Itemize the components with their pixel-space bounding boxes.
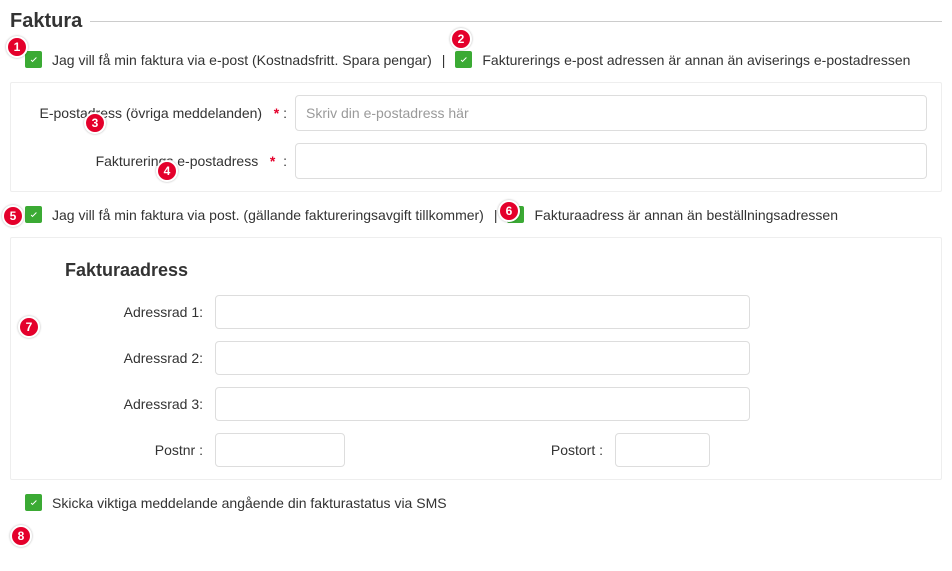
- check-icon: [458, 54, 470, 66]
- invoice-postal-options: Jag vill få min faktura via post. (gälla…: [10, 206, 942, 223]
- email-field-label: E-postadress (övriga meddelanden): [40, 105, 263, 121]
- section-title: Faktura: [10, 10, 82, 33]
- email-field-row: E-postadress (övriga meddelanden) * :: [25, 95, 927, 131]
- check-icon: [28, 209, 40, 221]
- invoice-email-field-row: Fakturerings e-postadress * :: [25, 143, 927, 179]
- address-row1-input[interactable]: [215, 295, 750, 329]
- email-diff-label: Fakturerings e-post adressen är annan än…: [482, 52, 910, 68]
- email-fields-panel: E-postadress (övriga meddelanden) * : Fa…: [10, 82, 942, 192]
- address-diff-checkbox[interactable]: [507, 206, 524, 223]
- address-row1-label: Adressrad 1:: [25, 304, 215, 320]
- address-row2-label: Adressrad 2:: [25, 350, 215, 366]
- postort-label: Postort :: [345, 442, 615, 458]
- email-field-label-wrap: E-postadress (övriga meddelanden) * :: [25, 105, 295, 121]
- invoice-address-panel: Fakturaadress Adressrad 1: Adressrad 2: …: [10, 237, 942, 480]
- postal-invoice-label: Jag vill få min faktura via post. (gälla…: [52, 207, 484, 223]
- postort-input[interactable]: [615, 433, 710, 467]
- postal-invoice-checkbox[interactable]: [25, 206, 42, 223]
- sms-option: Skicka viktiga meddelande angående din f…: [10, 494, 942, 511]
- address-row3-label: Adressrad 3:: [25, 396, 215, 412]
- sms-checkbox[interactable]: [25, 494, 42, 511]
- annotation-badge-8: 8: [10, 525, 32, 547]
- email-diff-checkbox[interactable]: [455, 51, 472, 68]
- email-input[interactable]: [295, 95, 927, 131]
- check-icon: [28, 54, 40, 66]
- separator: |: [442, 52, 446, 68]
- address-row-3: Adressrad 3:: [25, 387, 927, 421]
- postnr-label: Postnr :: [25, 442, 215, 458]
- invoice-email-field-label-wrap: Fakturerings e-postadress * :: [25, 153, 295, 169]
- check-icon: [28, 497, 40, 509]
- colon: :: [283, 153, 287, 169]
- postal-row: Postnr : Postort :: [25, 433, 927, 467]
- colon: :: [283, 105, 287, 121]
- invoice-email-input[interactable]: [295, 143, 927, 179]
- email-invoice-checkbox[interactable]: [25, 51, 42, 68]
- address-row3-input[interactable]: [215, 387, 750, 421]
- check-icon: [510, 209, 522, 221]
- email-invoice-label: Jag vill få min faktura via e-post (Kost…: [52, 52, 432, 68]
- invoice-email-options: Jag vill få min faktura via e-post (Kost…: [10, 51, 942, 68]
- address-row-2: Adressrad 2:: [25, 341, 927, 375]
- required-marker: *: [270, 153, 275, 169]
- invoice-address-title: Fakturaadress: [65, 260, 927, 281]
- separator: |: [494, 207, 498, 223]
- section-header: Faktura: [10, 10, 942, 33]
- section-divider: [90, 21, 942, 22]
- address-diff-label: Fakturaadress är annan än beställningsad…: [534, 207, 838, 223]
- address-row-1: Adressrad 1:: [25, 295, 927, 329]
- invoice-email-field-label: Fakturerings e-postadress: [96, 153, 259, 169]
- sms-label: Skicka viktiga meddelande angående din f…: [52, 495, 447, 511]
- required-marker: *: [274, 105, 279, 121]
- postnr-input[interactable]: [215, 433, 345, 467]
- address-row2-input[interactable]: [215, 341, 750, 375]
